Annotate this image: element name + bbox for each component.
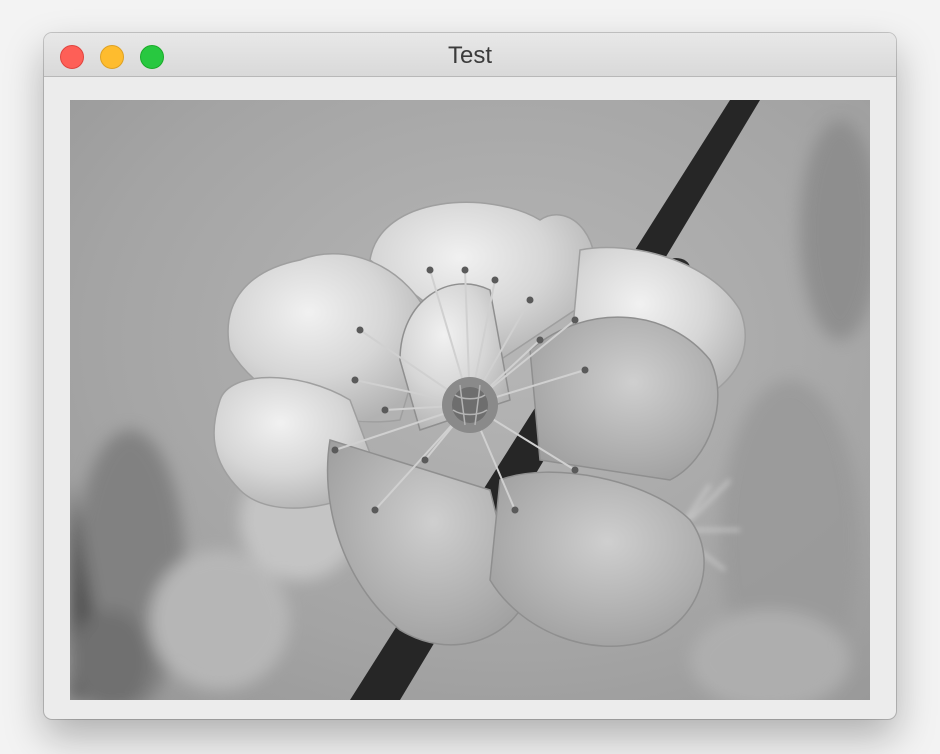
app-window: Test <box>44 33 896 719</box>
image-view <box>70 100 870 700</box>
flower-photo <box>70 100 870 700</box>
title-bar[interactable]: Test <box>44 33 896 77</box>
window-title: Test <box>447 42 492 69</box>
